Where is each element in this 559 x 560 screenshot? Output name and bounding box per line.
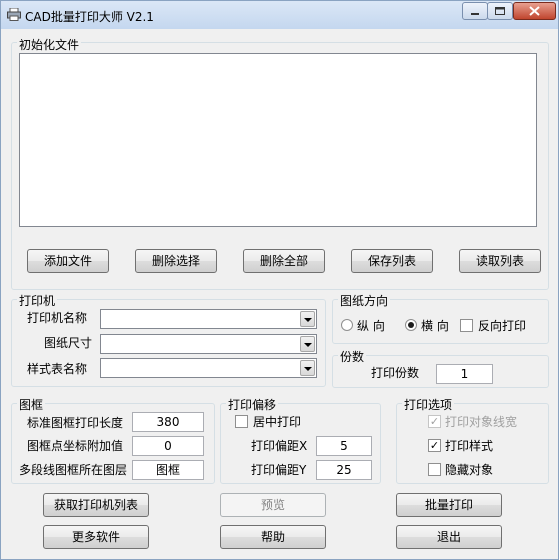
init-files-legend: 初始化文件 (17, 36, 82, 53)
paper-size-label: 图纸尺寸 (44, 336, 93, 350)
style-table-select[interactable] (100, 358, 317, 378)
frame-offset-input[interactable]: 0 (132, 436, 204, 456)
help-button[interactable]: 帮助 (220, 525, 326, 549)
hide-objects-checkbox[interactable] (428, 463, 441, 476)
delete-all-button[interactable]: 删除全部 (243, 249, 325, 273)
offset-y-label: 打印偏距Y (251, 463, 307, 477)
style-table-label: 样式表名称 (27, 362, 88, 376)
portrait-radio[interactable] (341, 319, 353, 331)
save-list-button[interactable]: 保存列表 (351, 249, 433, 273)
copies-legend: 份数 (338, 348, 367, 365)
offset-y-input[interactable]: 25 (316, 460, 372, 480)
title-bar[interactable]: CAD批量打印大师 V2.1 (1, 1, 558, 29)
printer-name-label: 打印机名称 (27, 311, 88, 325)
reverse-print-checkbox[interactable] (460, 319, 473, 332)
chevron-down-icon[interactable] (300, 360, 315, 376)
offset-x-input[interactable]: 5 (316, 436, 372, 456)
copies-label: 打印份数 (371, 366, 420, 380)
printer-name-select[interactable] (100, 309, 317, 329)
frame-offset-label: 图框点坐标附加值 (27, 439, 124, 453)
center-print-label[interactable]: 居中打印 (253, 413, 301, 430)
reverse-print-label[interactable]: 反向打印 (478, 317, 526, 334)
batch-print-button[interactable]: 批量打印 (396, 493, 502, 517)
file-listbox[interactable] (19, 53, 537, 227)
frame-length-label: 标准图框打印长度 (27, 416, 124, 430)
load-list-button[interactable]: 读取列表 (459, 249, 541, 273)
window-title: CAD批量打印大师 V2.1 (25, 10, 154, 24)
copies-input[interactable]: 1 (436, 364, 493, 384)
frame-layer-input[interactable]: 图框 (132, 460, 204, 480)
exit-button[interactable]: 退出 (396, 525, 502, 549)
frame-layer-label: 多段线图框所在图层 (19, 463, 128, 477)
delete-selected-button[interactable]: 删除选择 (135, 249, 217, 273)
portrait-label[interactable]: 纵 向 (357, 317, 385, 334)
offset-x-label: 打印偏距X (251, 439, 308, 453)
paper-size-select[interactable] (100, 334, 317, 354)
landscape-label[interactable]: 横 向 (421, 317, 449, 334)
hide-objects-label[interactable]: 隐藏对象 (445, 461, 493, 478)
chevron-down-icon[interactable] (300, 336, 315, 352)
maximize-button[interactable] (487, 2, 513, 20)
chevron-down-icon[interactable] (300, 311, 315, 327)
landscape-radio[interactable] (405, 319, 417, 331)
maximize-icon (495, 7, 505, 15)
add-file-button[interactable]: 添加文件 (27, 249, 109, 273)
frame-legend: 图框 (17, 396, 46, 413)
more-software-button[interactable]: 更多软件 (43, 525, 149, 549)
frame-length-input[interactable]: 380 (132, 412, 204, 432)
print-offset-legend: 打印偏移 (226, 396, 279, 413)
preview-button[interactable]: 预览 (220, 493, 326, 517)
printer-icon (7, 8, 21, 21)
close-icon (529, 6, 540, 16)
print-options-legend: 打印选项 (402, 396, 455, 413)
close-button[interactable] (513, 2, 556, 20)
minimize-icon (471, 13, 479, 15)
print-style-label[interactable]: 打印样式 (445, 437, 493, 454)
lineweight-label: 打印对象线宽 (445, 415, 518, 429)
print-style-checkbox[interactable]: ✓ (428, 439, 441, 452)
lineweight-checkbox[interactable]: ✓ (428, 415, 441, 428)
orientation-legend: 图纸方向 (338, 292, 391, 309)
get-printers-button[interactable]: 获取打印机列表 (43, 493, 149, 517)
center-print-checkbox[interactable] (235, 415, 248, 428)
printer-legend: 打印机 (17, 292, 58, 309)
app-window: CAD批量打印大师 V2.1 初始化文件 添加文件 删除选择 删除全部 保存列表… (0, 0, 559, 560)
minimize-button[interactable] (462, 2, 488, 20)
